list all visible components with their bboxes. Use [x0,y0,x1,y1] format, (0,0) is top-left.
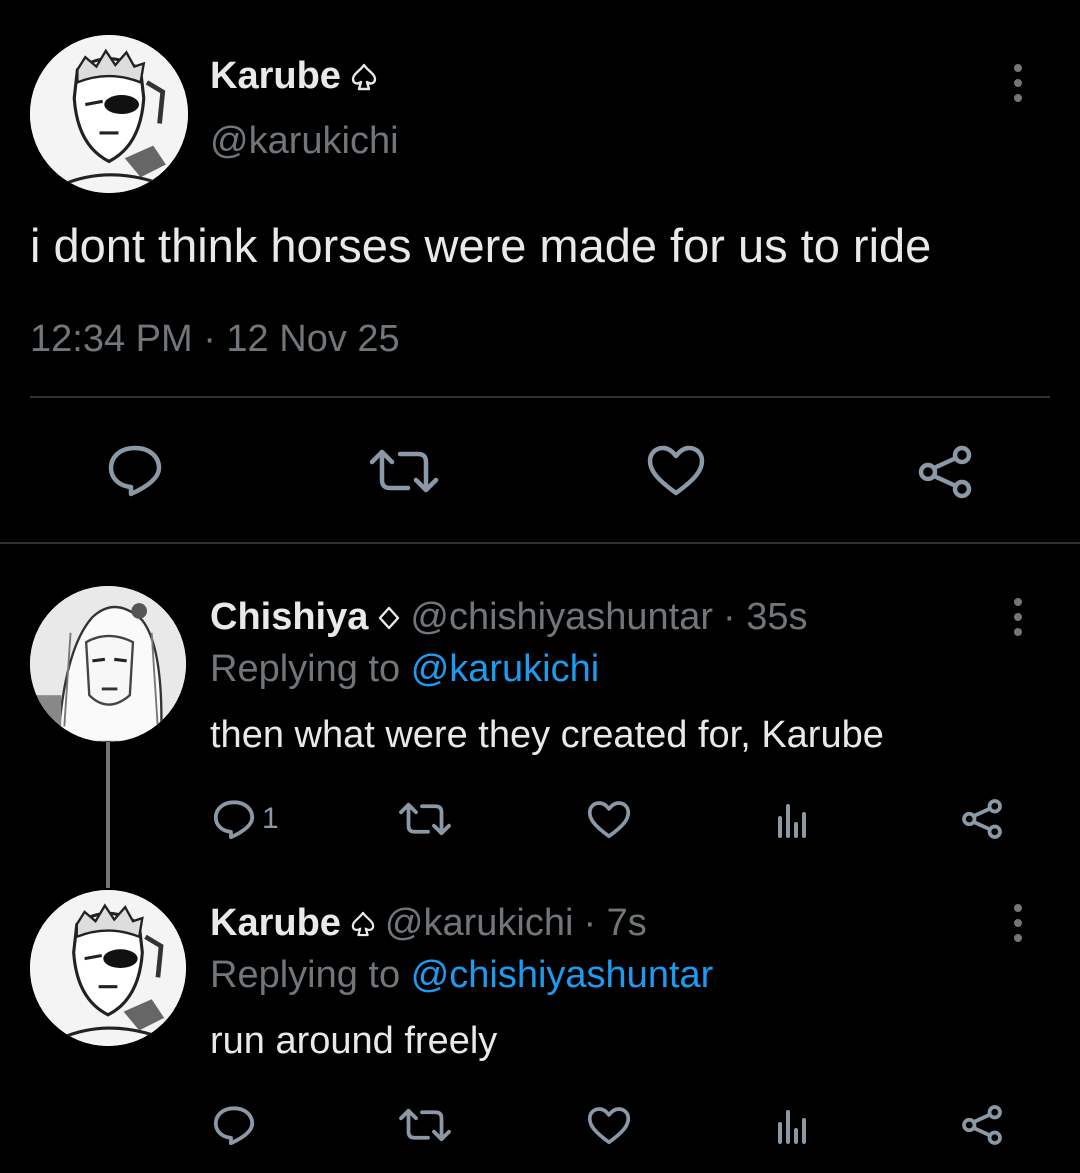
reply-handle[interactable]: @karukichi [385,902,574,945]
section-divider [0,542,1080,544]
share-icon[interactable] [960,798,1004,840]
display-name[interactable]: Karube [210,55,341,98]
reply-text: run around freely [210,1020,498,1062]
tweet-text: i dont think horses were made for us to … [30,219,932,272]
reply-time[interactable]: · 7s [583,902,646,945]
retweet-icon[interactable] [398,1106,452,1144]
reply-text: then what were they created for, Karube [210,714,884,756]
reply-display-name[interactable]: Karube [210,902,341,945]
reply-icon[interactable] [212,1104,256,1146]
replying-to-label: Replying to [210,954,401,996]
reply-count: 1 [262,802,279,835]
diamond-outline-icon [378,606,400,630]
reply-more-options-icon[interactable] [1011,598,1025,636]
reply-more-options-icon[interactable] [1011,904,1025,942]
reply-icon[interactable] [106,443,164,497]
avatar-karube[interactable] [30,35,188,193]
reply-display-name[interactable]: Chishiya [210,596,368,639]
replying-to-link[interactable]: @karukichi [411,648,600,690]
avatar-karube[interactable] [30,890,186,1046]
replying-to-link[interactable]: @chishiyashuntar [411,954,714,996]
more-options-icon[interactable] [1011,64,1025,102]
retweet-icon[interactable] [368,446,440,496]
share-icon[interactable] [960,1104,1004,1146]
divider [30,396,1050,398]
timestamp[interactable]: 12:34 PM · 12 Nov 25 [30,318,400,361]
reply-icon[interactable]: 1 [212,798,279,840]
like-icon[interactable] [646,444,706,498]
like-icon[interactable] [586,800,632,840]
analytics-icon[interactable] [776,1108,808,1144]
avatar-chishiya[interactable] [30,586,186,742]
share-icon[interactable] [916,444,974,500]
reply-time[interactable]: · 35s [723,596,807,639]
spade-outline-icon [351,63,377,91]
analytics-icon[interactable] [776,802,808,838]
spade-outline-icon [351,911,375,937]
retweet-icon[interactable] [398,800,452,838]
thread-line [106,742,110,888]
handle[interactable]: @karukichi [210,120,399,163]
replying-to-label: Replying to [210,648,401,690]
reply-handle[interactable]: @chishiyashuntar [410,596,713,639]
like-icon[interactable] [586,1106,632,1146]
